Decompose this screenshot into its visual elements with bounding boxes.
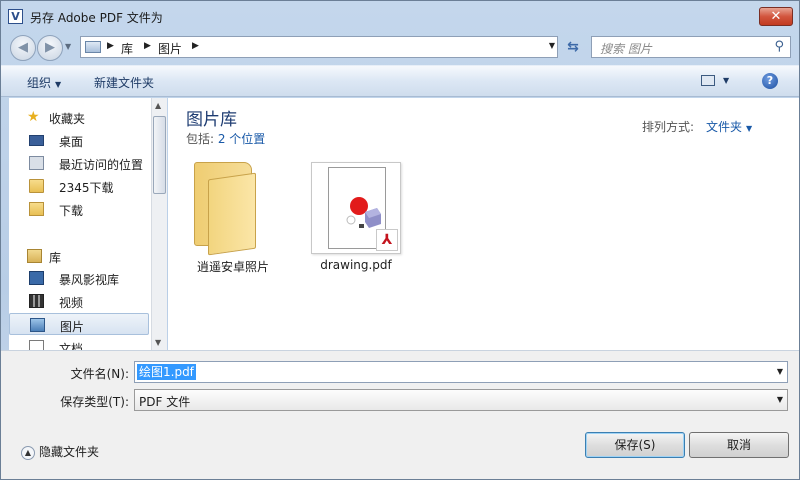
- sidebar-item-label: 收藏夹: [49, 112, 86, 126]
- new-folder-button[interactable]: 新建文件夹: [94, 74, 154, 91]
- adobe-pdf-icon: ⅄: [376, 229, 398, 251]
- library-icon: [85, 41, 101, 53]
- file-item-name: drawing.pdf: [320, 258, 392, 272]
- file-name-field[interactable]: 绘图1.pdf ▼: [134, 361, 788, 383]
- arrow-right-icon: ▶: [45, 40, 55, 55]
- hide-folders-label: 隐藏文件夹: [39, 445, 100, 459]
- star-icon: ★: [27, 109, 40, 125]
- chevron-down-icon: ▼: [776, 395, 783, 404]
- folder-front-icon: [208, 172, 256, 256]
- sidebar-item-favorites[interactable]: ★ 收藏夹: [9, 106, 149, 128]
- app-icon: V: [8, 9, 23, 24]
- download-folder-icon: [29, 202, 44, 216]
- breadcrumb-pictures[interactable]: 图片: [158, 40, 182, 57]
- file-item-name: 逍遥安卓照片: [196, 260, 269, 274]
- file-type-value: PDF 文件: [139, 395, 191, 409]
- search-icon[interactable]: ⚲: [774, 39, 784, 54]
- library-includes: 包括: 2 个位置: [186, 130, 265, 147]
- sidebar-item-label: 最近访问的位置: [59, 158, 144, 172]
- arrange-by-label: 排列方式:: [642, 120, 695, 134]
- change-view-icon[interactable]: [701, 75, 715, 86]
- save-button[interactable]: 保存(S): [585, 432, 685, 458]
- arrow-left-icon: ◀: [18, 40, 28, 55]
- scrollbar-thumb[interactable]: [153, 116, 166, 194]
- sidebar-item-videos[interactable]: 视频: [9, 290, 149, 312]
- organize-label: 组织: [27, 76, 52, 90]
- sidebar-scrollbar[interactable]: ▲ ▼: [151, 98, 167, 350]
- navigation-bar: ◀ ▶ ▼ ▶ 库 ▶ 图片 ▶ ▼ ⇆ 搜索 图片 ⚲: [1, 31, 799, 63]
- sidebar-item-pictures[interactable]: 图片: [9, 313, 149, 335]
- file-list-pane: 图片库 包括: 2 个位置 排列方式: 文件夹 ▼ 逍遥安卓照片 ⅄ drawi…: [168, 98, 799, 350]
- window-title: 另存 Adobe PDF 文件为: [30, 11, 163, 25]
- sidebar-item-libraries[interactable]: 库: [9, 245, 149, 267]
- close-button[interactable]: ✕: [759, 7, 793, 26]
- sidebar-item-baofeng-video-library[interactable]: 暴风影视库: [9, 267, 149, 289]
- arrange-by-value: 文件夹: [706, 120, 743, 134]
- scroll-down-icon[interactable]: ▼: [155, 338, 161, 347]
- back-button[interactable]: ◀: [10, 35, 36, 61]
- help-icon: ?: [766, 74, 774, 87]
- pictures-icon: [30, 318, 45, 332]
- sidebar-item-label: 文档: [59, 342, 84, 350]
- hide-folders-toggle[interactable]: ▲ 隐藏文件夹: [21, 443, 99, 460]
- chevron-right-icon[interactable]: ▶: [107, 41, 114, 51]
- chevron-down-icon[interactable]: ▼: [549, 41, 555, 50]
- chevron-down-icon[interactable]: ▼: [777, 367, 783, 376]
- refresh-icon: ⇆: [567, 39, 579, 55]
- refresh-button[interactable]: ⇆: [561, 36, 585, 58]
- sidebar-item-label: 桌面: [59, 135, 84, 149]
- sidebar-item-label: 视频: [59, 296, 84, 310]
- command-bar: 组织 ▼ 新建文件夹 ▼ ?: [1, 65, 799, 97]
- chevron-down-icon: ▼: [746, 124, 753, 133]
- search-input[interactable]: 搜索 图片 ⚲: [591, 36, 791, 58]
- sidebar-item-2345-downloads[interactable]: 2345下载: [9, 175, 149, 197]
- arrange-by-dropdown[interactable]: 文件夹 ▼: [706, 118, 752, 135]
- chevron-down-icon: ▼: [55, 80, 62, 89]
- save-options-panel: 文件名(N): 绘图1.pdf ▼ 保存类型(T): PDF 文件 ▼ ▲ 隐藏文…: [1, 350, 799, 479]
- recent-locations-button[interactable]: ▼: [65, 42, 71, 51]
- library-title: 图片库: [186, 110, 237, 130]
- file-type-select[interactable]: PDF 文件 ▼: [134, 389, 788, 411]
- navigation-pane: ★ 收藏夹 桌面 最近访问的位置 2345下载 下载 库 暴风影视库 视频 图片…: [9, 98, 151, 350]
- sidebar-item-label: 库: [49, 251, 62, 265]
- scroll-up-icon[interactable]: ▲: [155, 101, 161, 110]
- sidebar-item-label: 暴风影视库: [59, 273, 120, 287]
- sidebar-item-label: 图片: [60, 320, 85, 334]
- sidebar-item-label: 下载: [59, 204, 84, 218]
- sidebar-item-desktop[interactable]: 桌面: [9, 129, 149, 151]
- library-icon: [27, 249, 42, 263]
- title-bar: V 另存 Adobe PDF 文件为 ✕: [1, 1, 799, 31]
- file-name-value[interactable]: 绘图1.pdf: [137, 364, 196, 380]
- video-library-icon: [29, 271, 44, 285]
- chevron-right-icon[interactable]: ▶: [144, 41, 151, 51]
- includes-locations-link[interactable]: 2 个位置: [218, 132, 265, 146]
- help-button[interactable]: ?: [762, 73, 778, 89]
- forward-button[interactable]: ▶: [37, 35, 63, 61]
- chevron-right-icon[interactable]: ▶: [192, 41, 199, 51]
- close-icon: ✕: [770, 9, 782, 24]
- save-as-dialog: V 另存 Adobe PDF 文件为 ✕ ◀ ▶ ▼ ▶ 库 ▶ 图片 ▶ ▼ …: [0, 0, 800, 480]
- includes-prefix: 包括:: [186, 132, 218, 146]
- view-options-button[interactable]: ▼: [723, 76, 729, 85]
- address-bar[interactable]: ▶ 库 ▶ 图片 ▶ ▼: [80, 36, 558, 58]
- sidebar-item-documents[interactable]: 文档: [9, 336, 149, 350]
- chevron-up-icon: ▲: [21, 445, 35, 460]
- film-icon: [29, 294, 44, 308]
- sidebar-item-downloads[interactable]: 下载: [9, 198, 149, 220]
- folder-icon: [29, 179, 44, 193]
- cancel-button[interactable]: 取消: [689, 432, 789, 458]
- desktop-icon: [29, 135, 44, 146]
- sidebar-item-label: 2345下载: [59, 181, 114, 195]
- document-icon: [29, 340, 44, 350]
- recent-places-icon: [29, 156, 44, 170]
- breadcrumb-library[interactable]: 库: [121, 40, 133, 57]
- file-type-label: 保存类型(T):: [60, 395, 129, 409]
- sidebar-item-recent-places[interactable]: 最近访问的位置: [9, 152, 149, 174]
- organize-button[interactable]: 组织 ▼: [27, 74, 61, 91]
- search-placeholder: 搜索 图片: [600, 42, 652, 56]
- file-name-label: 文件名(N):: [70, 367, 129, 381]
- pdf-thumbnail: ⅄: [311, 162, 401, 254]
